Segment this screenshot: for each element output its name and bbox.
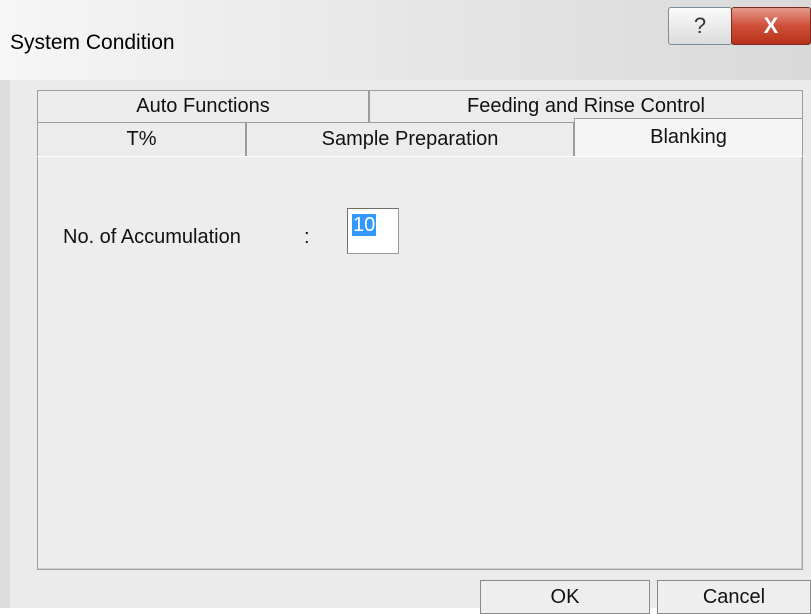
tab-auto-functions[interactable]: Auto Functions [37,90,369,122]
title-bar[interactable]: System Condition ? X [0,0,811,80]
accumulation-label: No. of Accumulation [63,226,241,248]
cancel-button[interactable]: Cancel [657,580,811,614]
tab-label: Auto Functions [136,95,270,117]
tab-label: Feeding and Rinse Control [467,95,705,117]
close-button[interactable]: X [731,7,811,45]
tab-label: T% [126,128,157,150]
ok-button[interactable]: OK [480,580,650,614]
dialog-title: System Condition [10,31,175,54]
blanking-panel [37,156,803,570]
close-icon: X [763,13,779,38]
help-icon: ? [693,13,707,38]
tab-t-percent[interactable]: T% [37,122,246,156]
ok-label: OK [550,585,580,608]
help-button[interactable]: ? [668,7,732,45]
system-condition-dialog: System Condition ? X Auto Functions Feed… [0,0,811,614]
tab-sample-preparation[interactable]: Sample Preparation [246,122,574,156]
tab-label: Blanking [650,126,727,148]
tab-label: Sample Preparation [321,128,499,150]
cancel-label: Cancel [702,585,766,608]
accumulation-input[interactable]: 10 [347,208,399,254]
accumulation-value: 10 [352,214,377,236]
field-colon: : [304,226,310,248]
left-window-edge [0,0,10,608]
tab-blanking[interactable]: Blanking [574,118,803,156]
